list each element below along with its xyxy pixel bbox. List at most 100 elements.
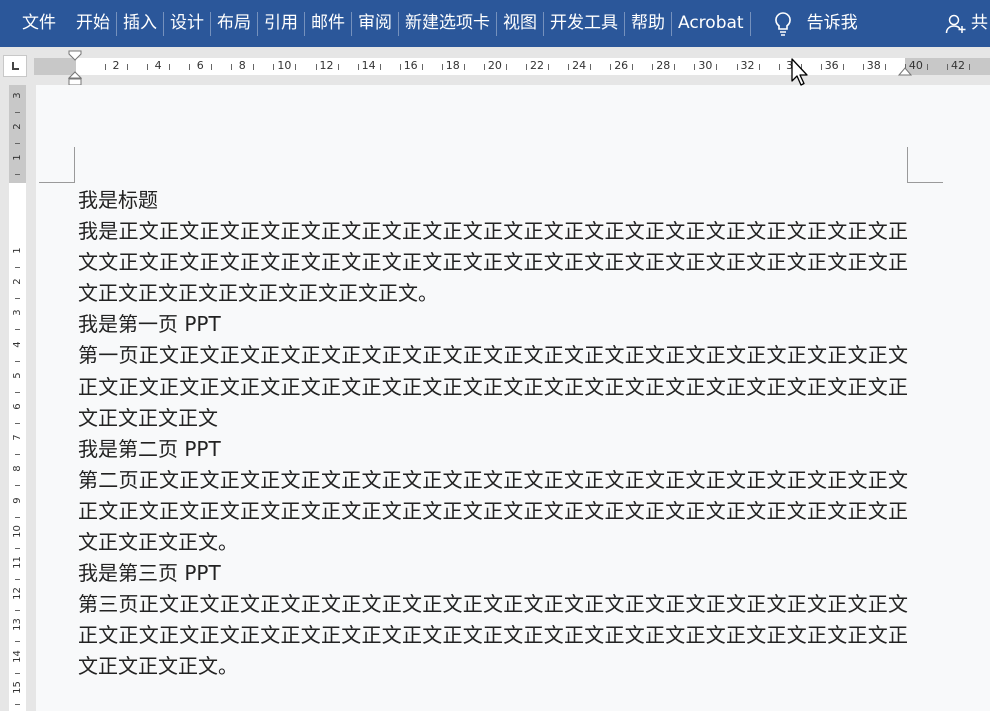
- vertical-ruler-tick: [15, 485, 20, 487]
- tab-home[interactable]: 开始: [70, 0, 116, 47]
- tab-design[interactable]: 设计: [164, 0, 210, 47]
- doc-title[interactable]: 我是标题: [78, 185, 908, 216]
- ruler-number: 28: [656, 59, 671, 72]
- ruler-tick: [758, 64, 760, 70]
- ruler-tick: [189, 64, 191, 70]
- tab-file[interactable]: 文件: [0, 0, 70, 47]
- share-label: 共: [971, 13, 988, 33]
- tab-help[interactable]: 帮助: [625, 0, 671, 47]
- doc-heading-page-3[interactable]: 我是第三页 PPT: [78, 558, 908, 589]
- tab-new-tab[interactable]: 新建选项卡: [399, 0, 496, 47]
- ruler-tick: [632, 64, 634, 70]
- vertical-ruler-tick: [15, 423, 20, 424]
- ruler-tick: [716, 64, 718, 70]
- tab-review[interactable]: 审阅: [352, 0, 398, 47]
- tab-view[interactable]: 视图: [497, 0, 543, 47]
- document-body[interactable]: 我是标题 我是正文正文正文正文正文正文正文正文正文正文正文正文正文正文正文正文正…: [78, 185, 908, 683]
- mouse-pointer-icon: [791, 58, 808, 86]
- horizontal-ruler[interactable]: 2 4 6 8 10 12 14 16 18 20 22 24 26 28 30 32 3 36 38 40 42: [0, 47, 990, 86]
- vertical-ruler-number: 12: [12, 587, 23, 601]
- vertical-ruler-tick: [15, 391, 20, 393]
- ruler-number: 32: [740, 59, 755, 72]
- crop-mark-top-left: [39, 147, 75, 183]
- tab-references[interactable]: 引用: [258, 0, 304, 47]
- crop-mark-top-right: [907, 147, 943, 183]
- ruler-tick: [147, 64, 149, 70]
- vertical-ruler-number: 6: [12, 403, 23, 410]
- tab-mailings[interactable]: 邮件: [305, 0, 351, 47]
- vertical-ruler-number: 8: [12, 465, 23, 473]
- ruler-tick: [947, 64, 948, 70]
- ruler-number: 8: [238, 59, 246, 72]
- ruler-number: 38: [866, 59, 881, 72]
- document-page[interactable]: 我是标题 我是正文正文正文正文正文正文正文正文正文正文正文正文正文正文正文正文正…: [36, 85, 990, 711]
- ruler-tick: [652, 64, 654, 70]
- ruler-number: 26: [614, 59, 629, 72]
- vertical-ruler[interactable]: 32112345678910111213141516: [0, 85, 34, 711]
- ruler-tick: [674, 64, 676, 70]
- tab-acrobat[interactable]: Acrobat: [672, 0, 750, 47]
- ruler-number: 36: [824, 59, 839, 72]
- ruler-number: 30: [698, 59, 713, 72]
- vertical-ruler-number: 4: [12, 340, 23, 348]
- doc-paragraph[interactable]: 第一页正文正文正文正文正文正文正文正文正文正文正文正文正文正文正文正文正文正文正…: [78, 340, 908, 433]
- vertical-ruler-number: 3: [12, 309, 23, 317]
- doc-heading-page-1[interactable]: 我是第一页 PPT: [78, 309, 908, 340]
- vertical-ruler-number: 2: [12, 123, 23, 130]
- ruler-number: 14: [361, 59, 376, 72]
- doc-paragraph[interactable]: 第三页正文正文正文正文正文正文正文正文正文正文正文正文正文正文正文正文正文正文正…: [78, 589, 908, 682]
- tell-me-search[interactable]: 告诉我: [765, 0, 864, 47]
- tab-layout[interactable]: 布局: [211, 0, 257, 47]
- ruler-tick: [736, 64, 738, 70]
- share-button[interactable]: 共: [939, 0, 990, 47]
- vertical-ruler-tick: [15, 703, 20, 705]
- vertical-ruler-tick: [15, 579, 20, 580]
- tab-developer[interactable]: 开发工具: [544, 0, 624, 47]
- ruler-strip[interactable]: 2 4 6 8 10 12 14 16 18 20 22 24 26 28 30 32 3 36 38 40 42: [34, 58, 990, 75]
- ruler-tick: [483, 64, 485, 70]
- vertical-ruler-tick: [15, 610, 20, 612]
- ruler-tick: [105, 64, 106, 70]
- doc-paragraph[interactable]: 我是正文正文正文正文正文正文正文正文正文正文正文正文正文正文正文正文正文正文正文…: [78, 216, 908, 309]
- vertical-ruler-number: 11: [12, 556, 23, 569]
- tab-insert[interactable]: 插入: [117, 0, 163, 47]
- ruler-tick: [590, 64, 592, 70]
- vertical-ruler-tick: [15, 516, 20, 518]
- ruler-number: 6: [196, 59, 204, 72]
- vertical-ruler-number: 2: [12, 278, 23, 285]
- lightbulb-icon: [774, 11, 791, 36]
- ruler-number: 12: [319, 59, 334, 72]
- ruler-tick: [568, 64, 570, 70]
- ruler-tick: [337, 64, 339, 70]
- ruler-number: 4: [154, 59, 162, 72]
- doc-paragraph[interactable]: 第二页正文正文正文正文正文正文正文正文正文正文正文正文正文正文正文正文正文正文正…: [78, 465, 908, 558]
- tab-selector-button[interactable]: [3, 55, 27, 77]
- vertical-ruler-number: 5: [12, 372, 23, 379]
- vertical-ruler-tick: [15, 143, 20, 144]
- right-indent-marker[interactable]: [898, 63, 912, 77]
- indent-markers[interactable]: [68, 50, 82, 86]
- vertical-ruler-number: 1: [12, 247, 23, 254]
- vertical-ruler-number: 1: [12, 154, 23, 161]
- ruler-tick: [969, 64, 970, 70]
- ruler-tick: [253, 64, 255, 70]
- doc-heading-page-2[interactable]: 我是第二页 PPT: [78, 434, 908, 465]
- vertical-ruler-number: 15: [12, 680, 23, 694]
- ruler-tick: [315, 64, 317, 70]
- vertical-ruler-tick: [15, 298, 20, 300]
- vertical-ruler-number: 3: [12, 92, 23, 99]
- ruler-tick: [548, 64, 549, 70]
- vertical-ruler-strip[interactable]: 32112345678910111213141516: [9, 85, 26, 711]
- vertical-ruler-tick: [15, 454, 20, 456]
- ruler-tick: [399, 64, 401, 70]
- ruler-tick: [379, 64, 381, 70]
- vertical-ruler-tick: [15, 112, 20, 113]
- person-add-icon: [945, 14, 966, 33]
- ruler-tick: [694, 64, 696, 70]
- ruler-number: 16: [403, 59, 418, 72]
- ruler-tick: [441, 64, 443, 70]
- vertical-ruler-tick: [15, 672, 20, 674]
- vertical-ruler-number: 13: [12, 618, 23, 632]
- vertical-ruler-number: 10: [12, 524, 23, 538]
- vertical-ruler-tick: [15, 267, 20, 268]
